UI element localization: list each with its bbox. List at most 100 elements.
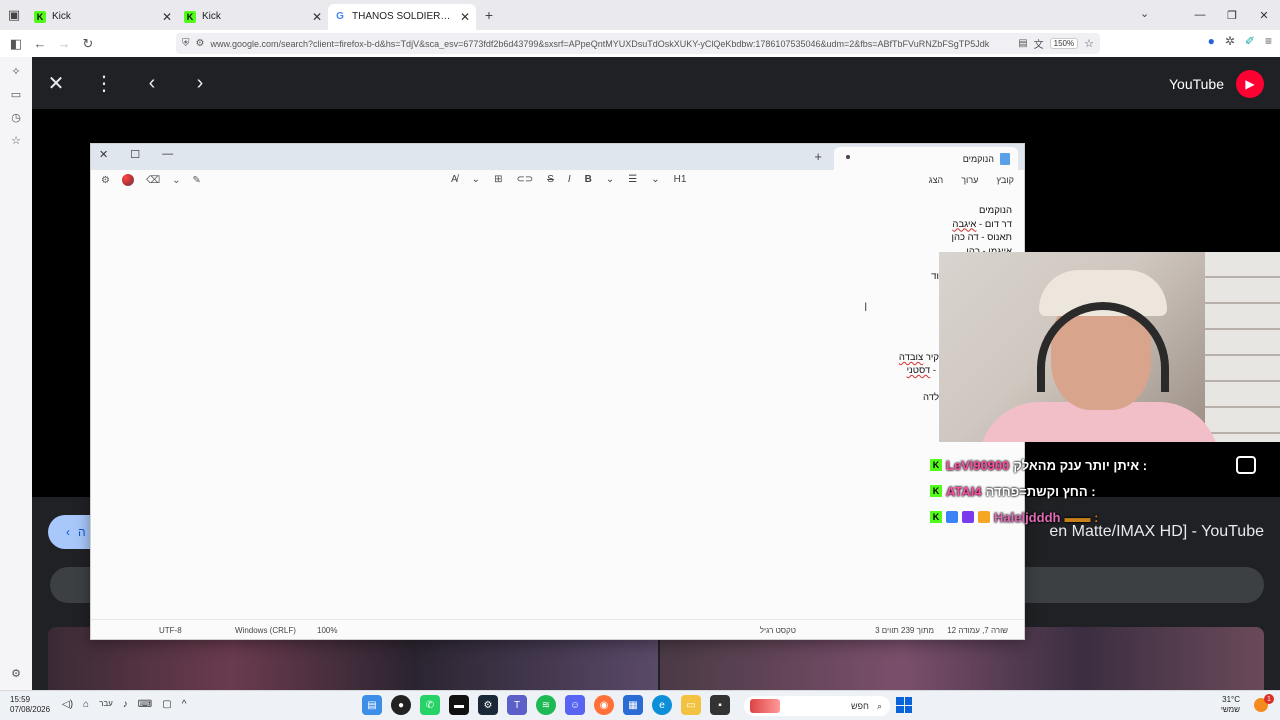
chevron-left-icon: ‹ <box>66 525 70 539</box>
search-placeholder: חפש <box>850 701 869 711</box>
chevron-down-icon[interactable]: ⌄ <box>472 174 480 185</box>
bold-button[interactable]: B <box>585 174 592 185</box>
extension-icon[interactable]: ✐ <box>1245 34 1255 48</box>
customize-sidebar-icon[interactable]: ⚙ <box>11 667 21 680</box>
bookmark-star-icon[interactable]: ☆ <box>1084 37 1094 50</box>
close-icon[interactable]: ✕ <box>99 148 108 161</box>
notepad-tab[interactable]: הנוקמים <box>834 147 1018 170</box>
settings-gear-icon[interactable]: ⚙ <box>101 175 110 186</box>
bookmarks-icon[interactable]: ☆ <box>11 134 21 147</box>
status-line-ending: Windows (CRLF) <box>235 626 296 635</box>
stream-chat-overlay: K LeVi90900 : איתן יותר ענק מהאלק K ATAI… <box>930 452 1280 530</box>
chevron-down-icon[interactable]: ⌄ <box>606 174 614 185</box>
close-tab-icon[interactable]: ✕ <box>162 10 172 24</box>
whatsapp-icon[interactable]: ✆ <box>420 695 440 715</box>
firefox-icon[interactable]: ◉ <box>594 695 614 715</box>
network-icon[interactable]: ⌂ <box>83 699 89 710</box>
viewer-toolbar: ✕ ⋮ ‹ › YouTube ▶ <box>32 57 1280 109</box>
weather-widget[interactable]: 31°C שמשי <box>1221 695 1240 715</box>
start-button[interactable] <box>896 697 912 713</box>
extensions-puzzle-icon[interactable]: ✲ <box>1225 34 1235 48</box>
maximize-icon[interactable]: ☐ <box>130 148 140 161</box>
notepad-text-area[interactable]: הנוקמים דר דום - איגבה תאנוס - דה כהן אי… <box>91 192 1024 622</box>
ai-pen-icon[interactable]: ✎ <box>193 175 201 186</box>
table-icon[interactable]: ⊞ <box>494 174 502 185</box>
menu-hamburger-icon[interactable]: ≡ <box>1265 34 1272 48</box>
close-tab-icon[interactable]: ✕ <box>312 10 322 24</box>
notepad-window: ✕ ☐ — + הנוקמים ⚙ ⌫ ⌄ ✎ A̸ ⌄ ⊞ ⊂⊃ S I B … <box>90 143 1025 640</box>
tray-overflow-icon[interactable]: ^ <box>182 699 187 710</box>
reload-icon[interactable]: ↻ <box>76 36 100 52</box>
streaming-app-icon[interactable]: ▬ <box>449 695 469 715</box>
menu-edit[interactable]: ערוך <box>961 175 978 185</box>
steam-icon[interactable]: ⚙ <box>478 695 498 715</box>
close-window-icon[interactable]: ✕ <box>1248 9 1280 22</box>
site-info-icon[interactable]: ⛨ <box>182 38 190 49</box>
spotify-icon[interactable]: ≋ <box>536 695 556 715</box>
app-icon[interactable]: ▪ <box>710 695 730 715</box>
minimize-icon[interactable]: — <box>162 148 173 161</box>
new-tab-button[interactable]: + <box>476 7 502 23</box>
edge-icon[interactable]: e <box>652 695 672 715</box>
ai-chatbot-icon[interactable]: ✧ <box>11 65 20 78</box>
minimize-icon[interactable]: — <box>1184 9 1216 21</box>
synced-tabs-icon[interactable]: ▭ <box>11 88 21 101</box>
app-icon[interactable]: ● <box>391 695 411 715</box>
browser-tab-kick-2[interactable]: K Kick ✕ <box>178 4 328 30</box>
touchpad-icon[interactable]: ▢ <box>162 699 171 710</box>
address-bar[interactable]: ⛨ ⚙ www.google.com/search?client=firefox… <box>176 33 1100 54</box>
more-options-icon[interactable]: ⋮ <box>80 71 128 96</box>
new-tab-button[interactable]: + <box>814 149 822 164</box>
document-text: הנוקמים דר דום - איגבה תאנוס - דה כהן אי… <box>952 204 1012 258</box>
file-explorer-icon[interactable]: ▭ <box>681 695 701 715</box>
menu-file[interactable]: קובץ <box>996 175 1014 185</box>
language-indicator[interactable]: עבר <box>99 699 113 710</box>
discord-icon[interactable]: ☺ <box>565 695 585 715</box>
taskbar-apps: ▤ ● ✆ ▬ ⚙ T ≋ ☺ ◉ ▦ e ▭ ▪ <box>362 695 730 715</box>
chevron-down-icon[interactable]: ⌄ <box>651 174 659 185</box>
rewrite-icon[interactable]: ⌫ <box>146 175 160 186</box>
taskbar-search[interactable]: חפש ⌕ <box>744 696 890 716</box>
menu-view[interactable]: הצג <box>929 175 943 185</box>
maximize-icon[interactable]: ❐ <box>1216 9 1248 22</box>
zoom-indicator[interactable]: 150% <box>1049 38 1079 49</box>
close-tab-icon[interactable]: ✕ <box>460 10 470 24</box>
tab-overview-icon[interactable]: ▣ <box>0 0 28 30</box>
link-icon[interactable]: ⊂⊃ <box>516 174 533 185</box>
chevron-down-icon[interactable]: ⌄ <box>172 175 180 186</box>
source-site[interactable]: YouTube ▶ <box>1169 70 1264 98</box>
history-icon[interactable]: ◷ <box>11 111 21 124</box>
browser-tab-google-search[interactable]: G THANOS SOLDIERS - חיפוש ב-G ✕ <box>328 3 476 30</box>
keyboard-icon[interactable]: ⌨ <box>138 699 152 710</box>
reader-view-icon[interactable]: ▤ <box>1018 38 1027 49</box>
sidebar-toggle-icon[interactable]: ◧ <box>4 36 28 52</box>
text-line: הנוקמים <box>978 205 1012 216</box>
status-zoom: 100% <box>317 626 338 635</box>
list-all-tabs-icon[interactable]: ⌄ <box>1140 7 1149 20</box>
chat-text: : ▬▬ <box>1064 509 1099 525</box>
lens-camera-icon[interactable] <box>1236 456 1256 474</box>
clear-formatting-icon[interactable]: A̸ <box>451 174 458 185</box>
list-icon[interactable]: ☰ <box>628 174 637 185</box>
microphone-icon[interactable]: ♪ <box>123 699 128 710</box>
volume-icon[interactable]: ◁) <box>62 699 73 710</box>
strikethrough-icon[interactable]: S <box>547 174 554 185</box>
url-text[interactable]: www.google.com/search?client=firefox-b-d… <box>210 39 1012 49</box>
forward-icon[interactable]: → <box>52 36 76 51</box>
translate-icon[interactable]: 文 <box>1034 36 1044 51</box>
account-shield-icon[interactable]: ● <box>1208 34 1215 48</box>
back-icon[interactable]: ← <box>28 36 52 51</box>
notification-badge[interactable]: 1 <box>1264 694 1274 704</box>
store-icon[interactable]: ▦ <box>623 695 643 715</box>
italic-button[interactable]: I <box>568 174 571 185</box>
copilot-icon[interactable] <box>121 174 134 186</box>
previous-image-icon[interactable]: ‹ <box>128 72 176 95</box>
browser-tab-kick-1[interactable]: K Kick ✕ <box>28 4 178 30</box>
close-viewer-icon[interactable]: ✕ <box>32 71 80 96</box>
permissions-icon[interactable]: ⚙ <box>196 38 205 49</box>
teams-icon[interactable]: T <box>507 695 527 715</box>
taskbar-clock[interactable]: 15:59 07/08/2026 <box>10 695 50 715</box>
next-image-icon[interactable]: › <box>176 72 224 95</box>
heading-dropdown[interactable]: H1 <box>674 174 687 185</box>
notepad-app-icon[interactable]: ▤ <box>362 695 382 715</box>
